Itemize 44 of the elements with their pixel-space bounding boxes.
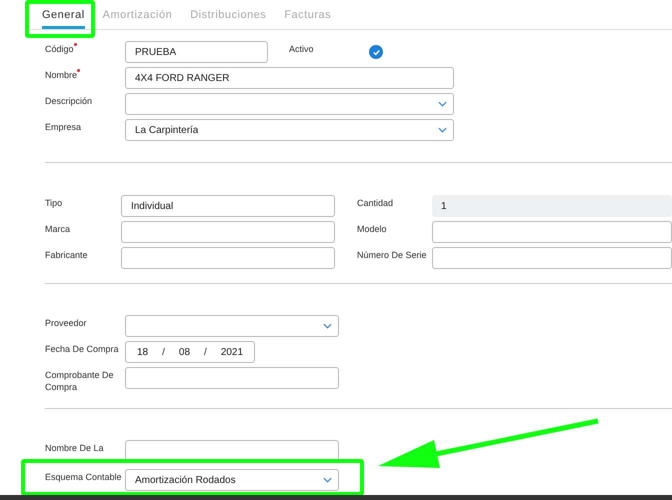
text-field[interactable]	[125, 367, 339, 389]
chevron-icon	[323, 477, 332, 483]
field-label: Fecha De Compra	[45, 343, 119, 355]
field-label: Activo	[289, 43, 314, 55]
text-field[interactable]: PRUEBA	[125, 41, 268, 63]
checkbox[interactable]	[369, 45, 383, 59]
date-part: 2021	[220, 346, 244, 360]
field-label: Nombre	[45, 69, 78, 81]
field-label: Número De Serie	[356, 249, 426, 261]
text-field[interactable]: 4X4 FORD RANGER	[125, 67, 454, 89]
chevron-icon	[438, 127, 447, 133]
text-field[interactable]	[120, 247, 335, 269]
field-label: Empresa	[45, 121, 82, 133]
checkmark-icon	[372, 48, 380, 56]
arrow-icon	[376, 418, 601, 470]
date-part: 08	[178, 346, 190, 360]
field-label: Tipo	[45, 197, 62, 209]
field-label: Fabricante	[45, 249, 88, 261]
field-label: Descripción	[45, 95, 92, 107]
tab[interactable]: General	[42, 6, 85, 29]
dropdown-field[interactable]: La Carpintería	[125, 119, 454, 141]
text-field[interactable]: Individual	[120, 195, 335, 217]
text-field[interactable]	[120, 221, 335, 243]
text-field[interactable]	[432, 221, 672, 243]
field-label: Cantidad	[356, 197, 393, 209]
field-label: Código	[45, 43, 74, 55]
readonly-field: 1	[432, 195, 672, 217]
field-label: Nombre De La	[45, 442, 104, 454]
field-label: Comprobante De Compra	[45, 369, 115, 393]
date-separator: /	[204, 346, 207, 360]
field-label: Marca	[45, 223, 70, 235]
field-label: Proveedor	[45, 317, 87, 329]
date-separator: /	[162, 346, 165, 360]
highlight-box	[25, 0, 95, 38]
dropdown-field[interactable]	[125, 93, 454, 115]
field-label: Modelo	[356, 223, 386, 235]
dropdown-field[interactable]	[125, 315, 339, 337]
date-field[interactable]: 18 / 08 / 2021	[125, 341, 255, 363]
text-field[interactable]	[432, 247, 672, 269]
dropdown-field[interactable]: Amortización Rodados	[125, 469, 339, 491]
chevron-icon	[323, 323, 332, 329]
field-label: Esquema Contable	[45, 471, 122, 483]
date-part: 18	[137, 346, 148, 360]
chevron-icon	[438, 101, 447, 107]
